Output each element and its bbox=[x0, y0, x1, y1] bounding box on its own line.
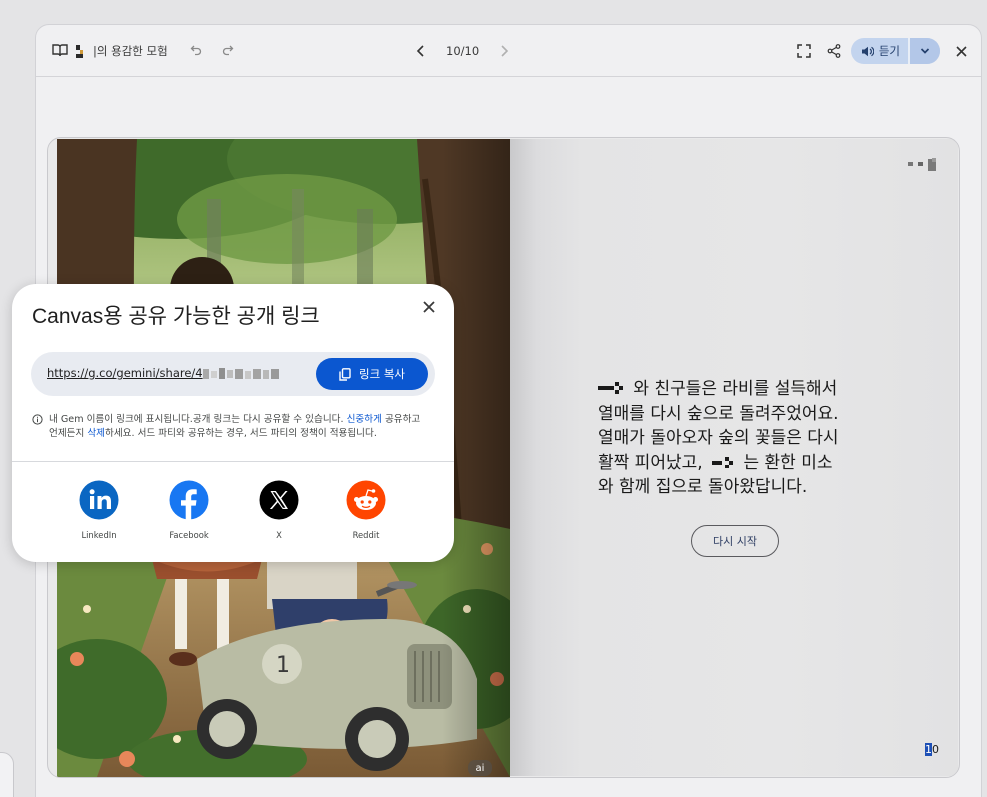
book-icon[interactable] bbox=[52, 43, 68, 57]
page-number-selected: 1 bbox=[925, 743, 932, 756]
redo-icon[interactable] bbox=[222, 44, 234, 56]
story-line: 와 함께 집으로 돌아왔답니다. bbox=[598, 477, 808, 497]
story-line: 활짝 피어났고, 는 환한 미소 bbox=[598, 452, 833, 473]
info-icon bbox=[32, 414, 43, 425]
linkedin-label: LinkedIn bbox=[81, 530, 117, 540]
story-text-page: 와 친구들은 라비를 설득해서 열매를 다시 숲으로 돌려주었어요. 열매가 돌… bbox=[510, 139, 958, 776]
share-link-url[interactable]: https://g.co/gemini/share/4 bbox=[47, 366, 281, 380]
page-indicator: 10/10 bbox=[446, 44, 480, 58]
close-icon[interactable] bbox=[420, 298, 438, 316]
restart-button[interactable]: 다시 시작 bbox=[691, 525, 779, 557]
x-label: X bbox=[276, 530, 282, 540]
delete-link[interactable]: 삭제 bbox=[87, 428, 105, 439]
side-panel-edge bbox=[0, 752, 14, 797]
facebook-icon bbox=[169, 480, 209, 520]
page-navigator: 10/10 bbox=[416, 25, 509, 77]
canvas-toolbar: |의 용감한 모험 10/10 듣기 bbox=[36, 25, 981, 77]
character-name-redacted-mark bbox=[598, 382, 623, 394]
undo-icon[interactable] bbox=[190, 44, 202, 56]
page-corner-redacted-mark bbox=[906, 157, 940, 176]
story-line: 와 친구들은 라비를 설득해서 bbox=[598, 377, 888, 402]
facebook-label: Facebook bbox=[169, 530, 209, 540]
copy-link-label: 링크 복사 bbox=[359, 367, 405, 381]
dialog-divider bbox=[12, 461, 454, 462]
share-facebook-button[interactable]: Facebook bbox=[159, 480, 219, 540]
title-redacted-mark bbox=[75, 44, 84, 63]
story-paragraph: 와 친구들은 라비를 설득해서 열매를 다시 숲으로 돌려주었어요. 열매가 돌… bbox=[598, 377, 888, 500]
linkedin-icon bbox=[79, 480, 119, 520]
x-icon bbox=[259, 480, 299, 520]
share-notice: 내 Gem 이름이 링크에 표시됩니다.공개 링크는 다시 공유할 수 있습니다… bbox=[32, 413, 432, 441]
share-x-button[interactable]: X bbox=[249, 480, 309, 540]
fullscreen-icon[interactable] bbox=[797, 44, 811, 58]
speaker-icon bbox=[861, 46, 874, 56]
page-number: 10 bbox=[925, 743, 939, 756]
story-line: 열매를 다시 숲으로 돌려주었어요. bbox=[598, 403, 839, 424]
reddit-icon bbox=[346, 480, 386, 520]
share-icon[interactable] bbox=[827, 44, 841, 58]
share-link-field: https://g.co/gemini/share/4 링크 복사 bbox=[31, 352, 435, 396]
page-number-rest: 0 bbox=[932, 743, 939, 756]
share-dialog: Canvas용 공유 가능한 공개 링크 https://g.co/gemini… bbox=[12, 284, 454, 562]
listen-button[interactable]: 듣기 bbox=[851, 38, 910, 64]
carefully-link[interactable]: 신중하게 bbox=[347, 414, 382, 425]
reddit-label: Reddit bbox=[352, 530, 380, 540]
share-reddit-button[interactable]: Reddit bbox=[336, 480, 396, 540]
copy-link-button[interactable]: 링크 복사 bbox=[316, 358, 428, 390]
story-title: |의 용감한 모험 bbox=[93, 44, 168, 58]
chevron-down-icon bbox=[920, 48, 930, 54]
dialog-title: Canvas용 공유 가능한 공개 링크 bbox=[32, 305, 320, 328]
story-line: 열매가 돌아오자 숲의 꽃들은 다시 bbox=[598, 428, 839, 448]
prev-page-icon[interactable] bbox=[416, 45, 426, 57]
next-page-icon[interactable] bbox=[499, 45, 509, 57]
character-name-redacted-mark bbox=[712, 456, 734, 468]
copy-icon bbox=[339, 367, 351, 381]
listen-label: 듣기 bbox=[878, 44, 900, 58]
listen-button-group: 듣기 bbox=[850, 38, 940, 64]
close-canvas-icon[interactable] bbox=[956, 45, 967, 57]
ai-generated-badge: ai bbox=[468, 760, 492, 776]
listen-options-dropdown[interactable] bbox=[910, 38, 940, 64]
share-linkedin-button[interactable]: LinkedIn bbox=[69, 480, 129, 540]
url-redacted-mark bbox=[202, 367, 279, 379]
toolbar-actions: 듣기 bbox=[797, 25, 967, 77]
